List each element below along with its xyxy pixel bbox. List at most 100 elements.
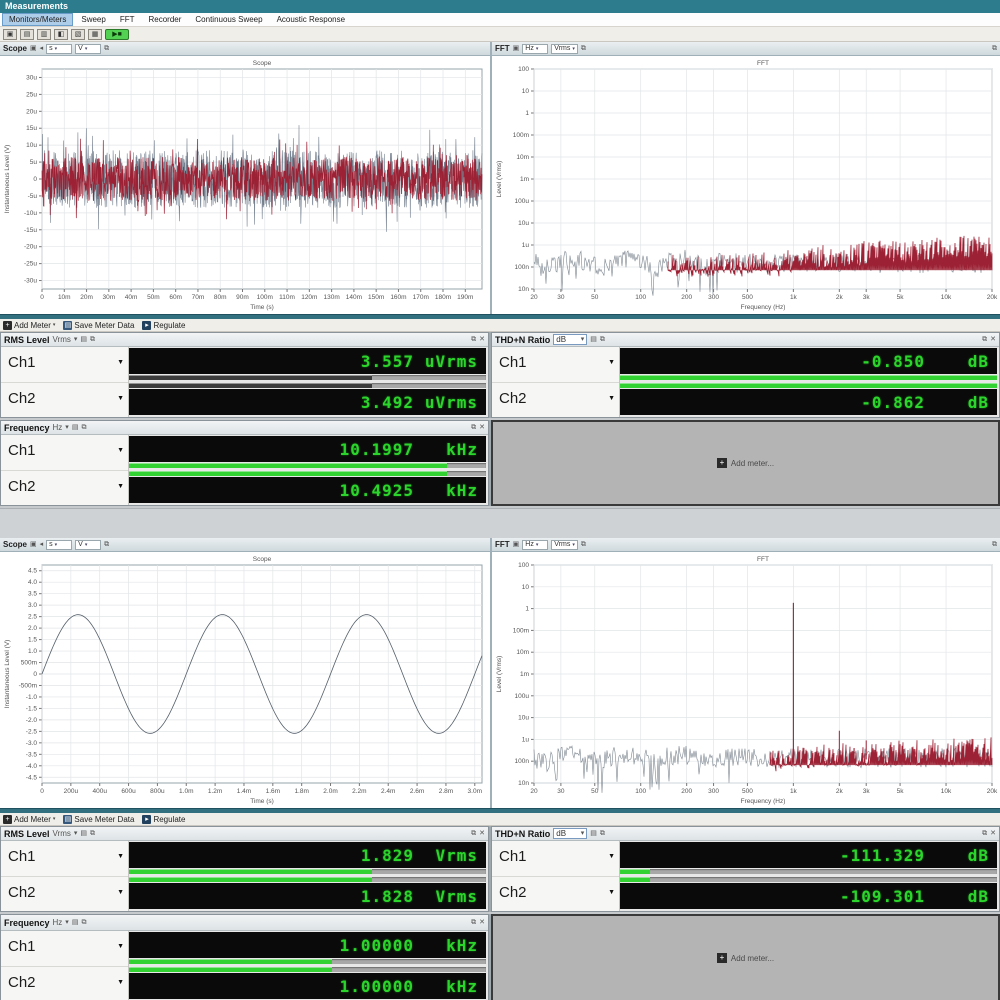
channel-selector[interactable]: Ch1▼ — [492, 841, 619, 877]
channel-selector[interactable]: Ch2▼ — [492, 383, 619, 418]
regulate-button[interactable]: ▸Regulate — [142, 815, 185, 824]
meter-popout-icon[interactable]: ⧉ — [600, 829, 605, 839]
regulate-button[interactable]: ▸Regulate — [142, 321, 185, 330]
left-arrow-icon[interactable]: ◂ — [40, 540, 44, 550]
meter-settings-icon[interactable]: ▤ — [590, 335, 597, 345]
add-meter-panel[interactable]: + Add meter... — [491, 914, 1000, 1000]
ch1-value-display: 1.00000kHz — [129, 932, 486, 958]
toolbar-icon-1[interactable]: ▣ — [3, 29, 17, 40]
meter-settings-icon[interactable]: ▤ — [80, 829, 87, 839]
meter-settings-icon[interactable]: ▤ — [72, 918, 79, 928]
tab-monitors-meters[interactable]: Monitors/Meters — [2, 13, 73, 26]
ch1-level-bar — [129, 959, 332, 964]
svg-text:Level (Vrms): Level (Vrms) — [496, 656, 503, 693]
meter-close-icon[interactable]: ✕ — [479, 335, 485, 345]
channel-selector[interactable]: Ch2▼ — [1, 383, 128, 418]
chevron-down-icon[interactable]: ▼ — [117, 359, 124, 366]
toolbar-icon-2[interactable]: ▤ — [20, 29, 34, 40]
scope-panel-title: Scope — [3, 44, 27, 53]
axis-mode-icon[interactable]: ▣ — [513, 44, 520, 54]
chevron-down-icon[interactable]: ▼ — [608, 395, 615, 402]
axis-mode-icon[interactable]: ▣ — [30, 540, 37, 550]
tab-acoustic-response[interactable]: Acoustic Response — [271, 14, 351, 25]
meter-expand-icon[interactable]: ⧉ — [471, 335, 476, 345]
popout-icon[interactable]: ⧉ — [104, 540, 109, 550]
chevron-down-icon[interactable]: ▼ — [117, 395, 124, 402]
tab-continuous-sweep[interactable]: Continuous Sweep — [189, 14, 268, 25]
chevron-down-icon[interactable]: ▼ — [117, 979, 124, 986]
channel-selector[interactable]: Ch1▼ — [1, 931, 128, 967]
tab-fft[interactable]: FFT — [114, 14, 141, 25]
maximize-icon[interactable]: ⧉ — [992, 44, 997, 54]
add-meter-button[interactable]: +Add Meter▾ — [3, 815, 55, 824]
axis-mode-icon[interactable]: ▣ — [30, 44, 37, 54]
chevron-down-icon[interactable]: ▼ — [608, 359, 615, 366]
meter-expand-icon[interactable]: ⧉ — [471, 918, 476, 928]
channel-selector[interactable]: Ch2▼ — [492, 877, 619, 912]
fft-x-unit-dropdown[interactable]: Hz▾ — [522, 44, 548, 54]
scope-x-unit-dropdown[interactable]: s▾ — [46, 540, 72, 550]
channel-selector[interactable]: Ch1▼ — [492, 347, 619, 383]
chevron-down-icon[interactable]: ▼ — [117, 483, 124, 490]
channel-selector[interactable]: Ch1▼ — [1, 841, 128, 877]
add-meter-panel[interactable]: + Add meter... — [491, 420, 1000, 506]
chevron-down-icon[interactable]: ▼ — [117, 853, 124, 860]
unit-selector[interactable]: dB▾ — [553, 828, 587, 839]
svg-text:-1.0: -1.0 — [26, 694, 38, 701]
channel-selector[interactable]: Ch1▼ — [1, 347, 128, 383]
meter-close-icon[interactable]: ✕ — [479, 829, 485, 839]
chevron-down-icon[interactable]: ▼ — [117, 447, 124, 454]
fft-y-unit-dropdown[interactable]: Vrms▾ — [551, 540, 578, 550]
chevron-down-icon[interactable]: ▼ — [608, 853, 615, 860]
channel-selector[interactable]: Ch2▼ — [1, 967, 128, 1000]
meter-expand-icon[interactable]: ⧉ — [982, 335, 987, 345]
run-toggle-button[interactable]: ▶■ — [105, 29, 129, 40]
channel-selector[interactable]: Ch2▼ — [1, 877, 128, 912]
chevron-down-icon[interactable]: ▼ — [608, 889, 615, 896]
unit-selector[interactable]: Vrms — [53, 829, 71, 838]
meter-close-icon[interactable]: ✕ — [479, 918, 485, 928]
popout-icon[interactable]: ⧉ — [581, 44, 586, 54]
chevron-down-icon[interactable]: ▼ — [117, 943, 124, 950]
toolbar-icon-5[interactable]: ▧ — [71, 29, 85, 40]
toolbar-icon-3[interactable]: ▥ — [37, 29, 51, 40]
meter-close-icon[interactable]: ✕ — [479, 423, 485, 433]
meter-popout-icon[interactable]: ⧉ — [90, 829, 95, 839]
meter-close-icon[interactable]: ✕ — [990, 829, 996, 839]
tab-recorder[interactable]: Recorder — [143, 14, 188, 25]
meter-expand-icon[interactable]: ⧉ — [471, 423, 476, 433]
scope-x-unit-dropdown[interactable]: s▾ — [46, 44, 72, 54]
meter-settings-icon[interactable]: ▤ — [590, 829, 597, 839]
axis-mode-icon[interactable]: ▣ — [513, 540, 520, 550]
fft-x-unit-dropdown[interactable]: Hz▾ — [522, 540, 548, 550]
fft-y-unit-dropdown[interactable]: Vrms▾ — [551, 44, 578, 54]
left-arrow-icon[interactable]: ◂ — [40, 44, 44, 54]
meter-popout-icon[interactable]: ⧉ — [600, 335, 605, 345]
meter-expand-icon[interactable]: ⧉ — [471, 829, 476, 839]
unit-selector[interactable]: Hz — [53, 918, 63, 927]
meter-popout-icon[interactable]: ⧉ — [81, 918, 86, 928]
channel-selector[interactable]: Ch1▼ — [1, 435, 128, 471]
toolbar-icon-6[interactable]: ▦ — [88, 29, 102, 40]
save-meter-data-button[interactable]: ▤Save Meter Data — [63, 815, 134, 824]
popout-icon[interactable]: ⧉ — [581, 540, 586, 550]
meter-settings-icon[interactable]: ▤ — [80, 335, 87, 345]
save-meter-data-button[interactable]: ▤Save Meter Data — [63, 321, 134, 330]
tab-sweep[interactable]: Sweep — [75, 14, 111, 25]
popout-icon[interactable]: ⧉ — [104, 44, 109, 54]
meter-popout-icon[interactable]: ⧉ — [90, 335, 95, 345]
chevron-down-icon[interactable]: ▼ — [117, 889, 124, 896]
maximize-icon[interactable]: ⧉ — [992, 540, 997, 550]
channel-selector[interactable]: Ch2▼ — [1, 471, 128, 506]
scope-y-unit-dropdown[interactable]: V▾ — [75, 540, 101, 550]
scope-y-unit-dropdown[interactable]: V▾ — [75, 44, 101, 54]
unit-selector[interactable]: Vrms — [53, 335, 71, 344]
meter-settings-icon[interactable]: ▤ — [72, 423, 79, 433]
unit-selector[interactable]: Hz — [53, 423, 63, 432]
meter-popout-icon[interactable]: ⧉ — [81, 423, 86, 433]
add-meter-button[interactable]: +Add Meter▾ — [3, 321, 55, 330]
meter-expand-icon[interactable]: ⧉ — [982, 829, 987, 839]
meter-close-icon[interactable]: ✕ — [990, 335, 996, 345]
unit-selector[interactable]: dB▾ — [553, 334, 587, 345]
toolbar-icon-4[interactable]: ◧ — [54, 29, 68, 40]
